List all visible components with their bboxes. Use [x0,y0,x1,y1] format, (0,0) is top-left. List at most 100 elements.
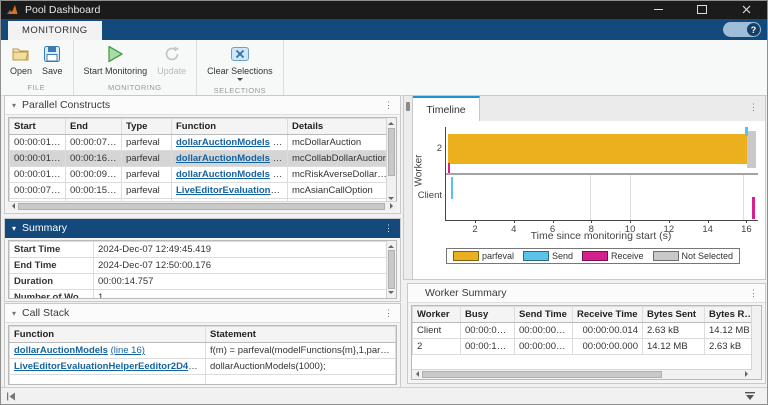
x-tick-mark [591,220,592,223]
scroll-left-icon[interactable] [413,371,419,377]
scrollbar-thumb[interactable] [422,371,662,378]
horizontal-scrollbar[interactable] [412,369,752,379]
line-link[interactable]: (line 16) [273,169,288,180]
line-link[interactable]: (line 16) [273,153,288,164]
parfeval-bar[interactable] [448,134,746,164]
minimize-button[interactable] [636,0,680,19]
x-tick-mark [553,220,554,223]
tab-timeline[interactable]: Timeline [413,96,480,122]
column-header[interactable]: Function [172,119,288,135]
table-cell: dollarAuctionModels (line 16) [10,343,206,359]
horizontal-scrollbar[interactable] [8,201,397,211]
column-header[interactable]: Function [10,327,206,343]
not-selected-bar[interactable] [747,131,756,169]
function-link[interactable]: LiveEditorEvaluationHelperEeditor2D451C8… [14,361,206,372]
scroll-right-icon[interactable] [745,371,751,377]
legend-item[interactable]: Receive [582,251,644,261]
column-header[interactable]: Send Time [515,307,573,323]
line-link[interactable]: (line 16) [111,345,145,356]
column-header[interactable]: Start [10,119,66,135]
table-cell: parfeval [122,135,172,151]
function-link[interactable]: dollarAuctionModels [176,169,270,180]
column-header[interactable]: Statement [206,327,396,343]
open-button[interactable]: Open [5,43,37,76]
legend-item[interactable]: parfeval [453,251,514,261]
table-row[interactable]: LiveEditorEvaluationHelperEeditor2D451C8… [10,359,396,375]
legend-item[interactable]: Send [523,251,573,261]
table-row[interactable]: Duration00:00:14.757 [10,274,396,290]
close-button[interactable] [724,0,768,19]
scroll-home-icon[interactable] [6,392,16,401]
collapse-chevron-icon[interactable]: ▾ [12,309,16,318]
client-lane [446,175,758,220]
table-row[interactable]: dollarAuctionModels (line 16)f(m) = parf… [10,343,396,359]
update-button[interactable]: Update [152,43,191,76]
collapse-chevron-icon[interactable]: ▾ [12,101,16,110]
maximize-button[interactable] [680,0,724,19]
not-selected-bar[interactable] [590,175,591,220]
help-button[interactable]: ? [723,22,761,37]
table-row[interactable]: End Time2024-Dec-07 12:50:00.176 [10,258,396,274]
vertical-scrollbar[interactable] [751,306,761,379]
column-header[interactable]: Type [122,119,172,135]
table-row[interactable] [10,375,396,386]
clear-selections-button[interactable]: Clear Selections [202,43,278,84]
not-selected-bar[interactable] [630,175,631,220]
function-link[interactable]: dollarAuctionModels [176,137,270,148]
scroll-left-icon[interactable] [9,203,15,209]
kebab-menu-icon[interactable]: ⋮ [384,223,393,234]
parallel-constructs-panel: ▾ Parallel Constructs ⋮ StartEndTypeFunc… [4,95,401,214]
call-stack-header[interactable]: ▾ Call Stack ⋮ [5,304,400,323]
table-row[interactable]: Start Time2024-Dec-07 12:49:45.419 [10,242,396,258]
scroll-up-icon[interactable] [388,119,394,125]
scrollbar-thumb[interactable] [18,203,385,210]
receive-bar[interactable] [448,163,450,173]
tab-monitoring[interactable]: MONITORING [8,21,102,40]
receive-bar[interactable] [752,197,755,219]
summary-header[interactable]: ▾ Summary ⋮ [5,219,400,238]
function-link[interactable]: dollarAuctionModels [176,153,270,164]
table-row[interactable]: 00:00:07.95000:00:15.830parfevalLiveEdit… [10,183,396,199]
save-button[interactable]: Save [37,43,68,76]
table-cell: LiveEditorEvaluationHelperEeditor2D451C8… [10,359,206,375]
parallel-constructs-header[interactable]: ▾ Parallel Constructs ⋮ [5,96,400,115]
scroll-right-icon[interactable] [390,203,396,209]
legend-item[interactable]: Not Selected [653,251,734,261]
scroll-down-icon[interactable] [388,291,394,297]
window-title: Pool Dashboard [25,4,100,16]
table-row[interactable]: 200:00:14.72100:00:00.00900:00:00.00014.… [413,339,761,355]
column-header[interactable]: Receive Time [573,307,643,323]
kebab-menu-icon[interactable]: ⋮ [749,288,758,299]
send-bar[interactable] [451,177,453,199]
worker-summary-header[interactable]: ▾ Worker Summary ⋮ [408,284,765,303]
function-link[interactable]: LiveEditorEvaluationHelpe... [176,185,288,196]
column-header[interactable]: Details [288,119,396,135]
column-header[interactable]: End [66,119,122,135]
collapse-chevron-icon[interactable]: ▾ [12,224,16,233]
vertical-scrollbar[interactable] [386,241,396,298]
scroll-up-icon[interactable] [388,242,394,248]
kebab-menu-icon[interactable]: ⋮ [384,100,393,111]
kebab-menu-icon[interactable]: ⋮ [749,102,758,113]
legend-swatch-send [523,251,549,261]
table-row[interactable]: 00:00:01.61500:00:09.989parfevaldollarAu… [10,167,396,183]
vertical-scrollbar[interactable] [386,118,396,204]
send-bar[interactable] [745,127,747,136]
table-row[interactable]: 00:00:01.57100:00:07.959parfevaldollarAu… [10,135,396,151]
start-monitoring-button[interactable]: Start Monitoring [79,43,153,76]
panel-title: Worker Summary [425,287,506,299]
function-link[interactable]: dollarAuctionModels [14,345,108,356]
not-selected-bar[interactable] [743,175,744,220]
line-link[interactable]: (line 16) [273,137,288,148]
table-row[interactable]: Number of Workers1 [10,290,396,300]
minimize-icon [654,9,663,10]
kebab-menu-icon[interactable]: ⋮ [384,308,393,319]
scrollbar-thumb[interactable] [388,128,395,176]
column-header[interactable]: Busy [461,307,515,323]
table-row[interactable]: 00:00:01.57300:00:16.330parfevaldollarAu… [10,151,396,167]
collapse-panel-icon[interactable] [744,391,756,401]
table-row[interactable]: Client00:00:00.00000:00:00.00000:00:00.0… [413,323,761,339]
scrollbar-thumb[interactable] [388,250,395,289]
column-header[interactable]: Bytes Sent [643,307,705,323]
column-header[interactable]: Worker [413,307,461,323]
